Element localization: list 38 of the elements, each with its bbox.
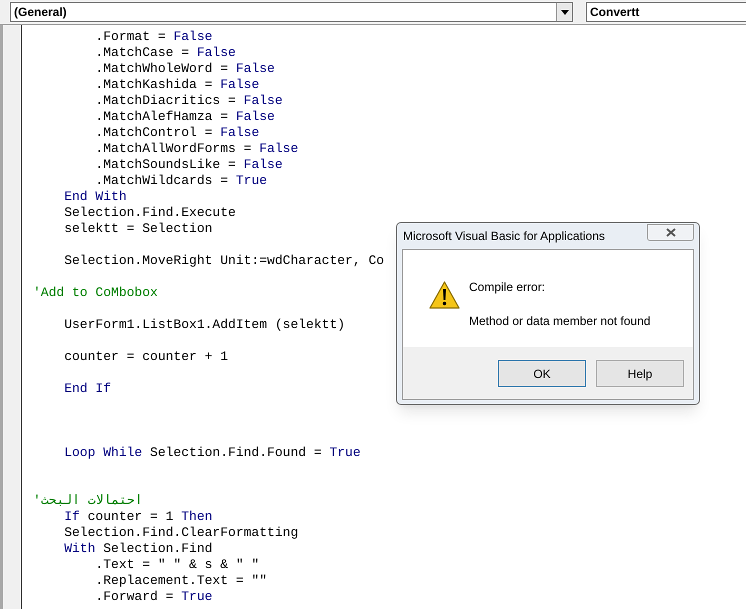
dialog-button[interactable]: Help [596, 360, 684, 387]
code-comment: 'احتمالات البحث [33, 493, 143, 508]
code-line: .MatchAllWordForms = False [94, 141, 298, 156]
code-line: .Text = " " & s & " " [94, 557, 260, 572]
code-line: Loop While Selection.Find.Found = True [63, 445, 361, 460]
code-line: .MatchWholeWord = False [94, 61, 275, 76]
object-dropdown[interactable]: (General) [10, 2, 573, 22]
code-line: .MatchWildcards = True [94, 173, 268, 188]
code-line: selektt = Selection [63, 221, 212, 236]
code-line: Selection.Find.ClearFormatting [63, 525, 298, 540]
warning-icon [429, 281, 460, 309]
code-line: .MatchAlefHamza = False [94, 109, 275, 124]
dropdown-value: Convertt [589, 4, 640, 21]
code-line: End If [63, 381, 112, 396]
code-line: UserForm1.ListBox1.AddItem (selektt) [63, 317, 346, 332]
code-line: End With [63, 189, 127, 204]
close-button[interactable] [647, 224, 694, 241]
error-message: Method or data member not found [469, 313, 650, 330]
close-icon [666, 228, 676, 237]
code-line: If counter = 1 Then [63, 509, 212, 524]
code-line: .MatchKashida = False [94, 77, 260, 92]
code-line: .MatchControl = False [94, 125, 260, 140]
error-heading: Compile error: [469, 279, 546, 296]
code-line: .MatchSoundsLike = False [94, 157, 283, 172]
code-line: .MatchDiacritics = False [94, 93, 283, 108]
code-comment: 'Add to CoMbobox [33, 285, 158, 300]
code-line: Selection.MoveRight Unit:=wdCharacter, Co [63, 253, 384, 268]
code-line: .Forward = True [94, 589, 212, 604]
procedure-dropdown[interactable]: Convertt [586, 2, 746, 22]
code-line: .Format = False [94, 29, 212, 44]
code-line: Selection.Find.Execute [63, 205, 236, 220]
dialog-button[interactable]: OK [498, 360, 586, 387]
dropdown-value: (General) [13, 4, 68, 21]
code-line: With Selection.Find [63, 541, 212, 556]
code-line: .Replacement.Text = "" [94, 573, 268, 588]
code-line: .MatchCase = False [94, 45, 236, 60]
dialog-title: Microsoft Visual Basic for Applications [403, 228, 605, 245]
code-line: counter = counter + 1 [63, 349, 228, 364]
